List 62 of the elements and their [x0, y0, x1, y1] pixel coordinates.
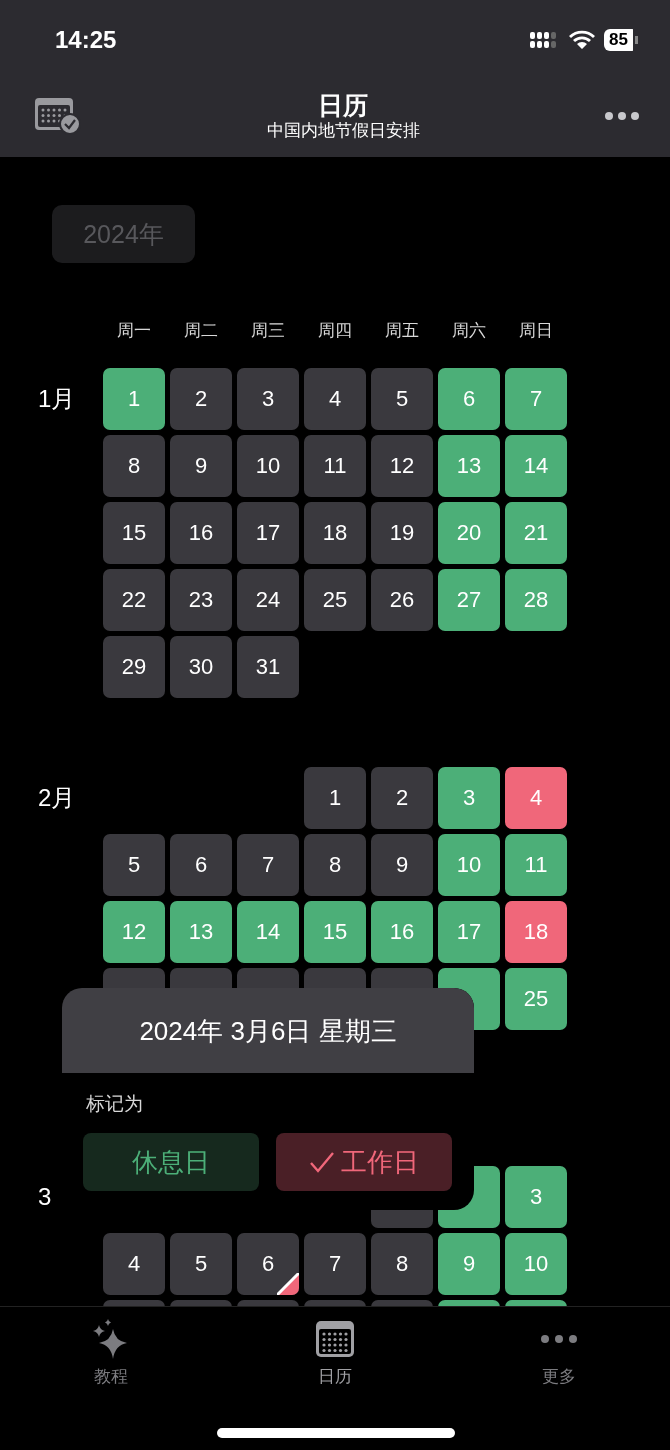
day-cell[interactable]: 10 [237, 435, 299, 497]
day-cell[interactable]: 16 [170, 502, 232, 564]
weekday-label: 周日 [518, 320, 554, 342]
check-icon [309, 1150, 335, 1174]
mark-option-button[interactable]: 工作日 [276, 1133, 452, 1191]
page-title: 日历 [318, 89, 368, 120]
day-cell[interactable]: 26 [371, 569, 433, 631]
day-cell[interactable]: 24 [237, 569, 299, 631]
popup-prompt: 标记为 [86, 1092, 143, 1116]
day-cell[interactable]: 12 [371, 435, 433, 497]
day-cell[interactable]: 7 [237, 834, 299, 896]
day-cell[interactable]: 31 [237, 636, 299, 698]
popup-date: 2024年 3月6日 星期三 [139, 1015, 397, 1046]
day-cell[interactable]: 17 [237, 502, 299, 564]
status-time: 14:25 [55, 26, 117, 54]
day-cell[interactable]: 2 [371, 767, 433, 829]
day-cell[interactable]: 5 [170, 1233, 232, 1295]
day-cell[interactable]: 3 [237, 368, 299, 430]
tab-item[interactable]: 更多 [518, 1313, 600, 1392]
day-cell[interactable]: 6 [170, 834, 232, 896]
tab-item[interactable]: 日历 [294, 1313, 376, 1392]
day-cell[interactable]: 23 [170, 569, 232, 631]
day-cell[interactable]: 9 [170, 435, 232, 497]
weekday-label: 周二 [183, 320, 219, 342]
weekday-label: 周四 [317, 320, 353, 342]
month-label: 2月 [38, 783, 76, 813]
day-cell[interactable]: 11 [304, 435, 366, 497]
day-cell[interactable]: 6 [237, 1233, 299, 1295]
day-cell[interactable]: 4 [304, 368, 366, 430]
day-cell[interactable]: 5 [103, 834, 165, 896]
day-cell[interactable]: 8 [103, 435, 165, 497]
day-cell[interactable]: 1 [304, 767, 366, 829]
day-cell[interactable]: 4 [103, 1233, 165, 1295]
more-icon [539, 1335, 579, 1343]
day-cell[interactable]: 29 [103, 636, 165, 698]
day-cell[interactable]: 22 [103, 569, 165, 631]
day-cell[interactable]: 7 [304, 1233, 366, 1295]
day-cell[interactable]: 15 [103, 502, 165, 564]
month-label: 1月 [38, 384, 76, 414]
wifi-icon [568, 30, 597, 50]
day-cell[interactable]: 8 [304, 834, 366, 896]
weekday-label: 周六 [451, 320, 487, 342]
weekday-label: 周三 [250, 320, 286, 342]
calendar-check-icon[interactable] [34, 95, 82, 136]
day-cell[interactable]: 18 [304, 502, 366, 564]
day-cell[interactable]: 5 [371, 368, 433, 430]
battery-indicator: 85 [604, 29, 638, 51]
weekday-label: 周一 [116, 320, 152, 342]
day-cell[interactable]: 25 [304, 569, 366, 631]
more-icon[interactable] [604, 110, 640, 121]
day-cell[interactable]: 8 [371, 1233, 433, 1295]
mark-option-button[interactable]: 休息日 [83, 1133, 259, 1191]
day-cell[interactable]: 30 [170, 636, 232, 698]
day-cell[interactable]: 19 [371, 502, 433, 564]
corner-flag-icon [277, 1273, 299, 1295]
page-subtitle: 中国内地节假日安排 [266, 119, 420, 142]
day-cell[interactable]: 9 [371, 834, 433, 896]
weekday-label: 周五 [384, 320, 420, 342]
day-cell[interactable]: 2 [170, 368, 232, 430]
month-label: 3 [38, 1182, 52, 1212]
tab-item[interactable]: 教程 [70, 1313, 152, 1392]
calendar-icon [315, 1320, 355, 1358]
